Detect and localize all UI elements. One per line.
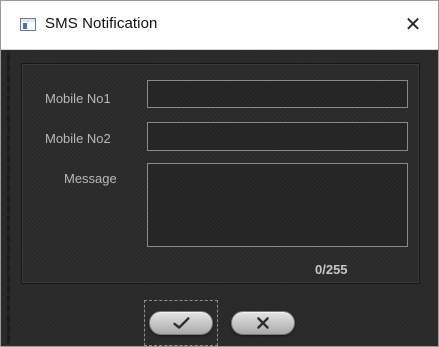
cancel-button[interactable] [231,311,295,335]
left-edge-decoration [7,51,10,344]
mobile-no2-input[interactable] [147,122,408,151]
close-button[interactable]: ✕ [400,10,426,38]
mobile-no1-label: Mobile No1 [45,91,111,106]
mobile-no2-label: Mobile No2 [45,131,111,146]
check-icon [173,317,190,329]
sms-notification-dialog: SMS Notification ✕ Mobile No1 Mobile No2… [0,0,439,347]
message-label: Message [64,171,117,186]
title-bar: SMS Notification ✕ [1,1,438,50]
ok-button[interactable] [149,311,213,335]
message-textarea[interactable] [147,163,408,247]
x-icon [257,317,269,329]
mobile-no1-input[interactable] [147,80,408,108]
window-title: SMS Notification [45,15,158,32]
app-window-icon [20,18,36,31]
character-counter: 0/255 [315,262,348,277]
